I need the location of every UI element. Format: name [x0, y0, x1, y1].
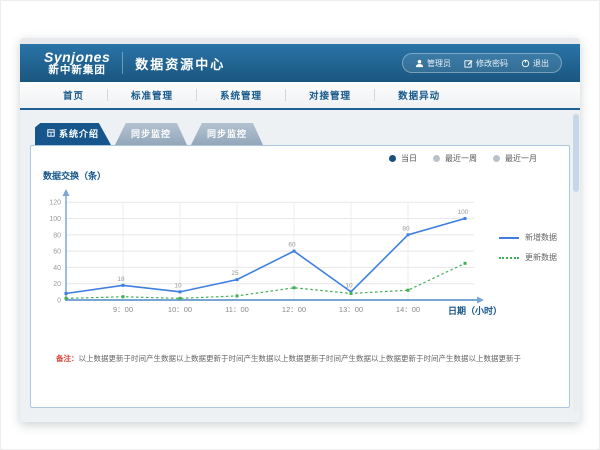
app-header: Synjones 新中新集团 数据资源中心 管理员 修改密码 — [20, 44, 580, 82]
footnote: 备注：以上数据更新于时间产生数据以上数据更新于时间产生数据以上数据更新于时间产生… — [56, 354, 548, 365]
nav-item-home[interactable]: 首页 — [40, 88, 107, 102]
svg-text:9：00: 9：00 — [113, 305, 133, 314]
svg-text:80: 80 — [53, 232, 61, 239]
tab-label: 系统介绍 — [59, 123, 99, 146]
nav-item-system-mgmt[interactable]: 系统管理 — [197, 88, 285, 102]
radio-dot-icon — [493, 155, 500, 162]
user-button[interactable]: 管理员 — [415, 58, 451, 69]
app-window: Synjones 新中新集团 数据资源中心 管理员 修改密码 — [20, 38, 580, 422]
svg-text:10: 10 — [345, 282, 353, 289]
document-icon — [47, 123, 55, 146]
radio-dot-icon — [389, 155, 396, 162]
company-logo: Synjones 新中新集团 — [44, 50, 110, 76]
header-divider — [122, 52, 123, 74]
svg-text:100: 100 — [49, 216, 61, 223]
svg-text:25: 25 — [231, 270, 239, 277]
filter-label: 最近一月 — [505, 153, 537, 164]
svg-text:14：00: 14：00 — [396, 305, 420, 314]
nav-item-standard-mgmt[interactable]: 标准管理 — [108, 88, 196, 102]
change-password-label: 修改密码 — [476, 58, 508, 69]
radio-dot-icon — [433, 155, 440, 162]
scrollbar-thumb[interactable] — [573, 114, 579, 192]
svg-text:120: 120 — [49, 200, 61, 207]
legend-label: 更新数据 — [525, 252, 557, 263]
user-label: 管理员 — [427, 58, 451, 69]
chart-panel: 当日 最近一周 最近一月 数据交换（条） 0 20 40 60 80 100 120 9：00… — [30, 145, 570, 408]
filter-label: 当日 — [401, 153, 417, 164]
tab-system-intro[interactable]: 系统介绍 — [35, 123, 111, 145]
tab-sync-monitor-1[interactable]: 同步监控 — [115, 123, 187, 145]
legend-update-data: 更新数据 — [499, 252, 557, 263]
footnote-prefix: 备注： — [56, 354, 79, 363]
logout-icon — [521, 59, 530, 68]
footnote-text: 以上数据更新于时间产生数据以上数据更新于时间产生数据以上数据更新于时间产生数据以… — [79, 354, 522, 363]
time-range-filters: 当日 最近一周 最近一月 — [389, 153, 537, 164]
legend-label: 新增数据 — [525, 232, 557, 243]
chart-legend: 新增数据 更新数据 — [499, 232, 557, 263]
line-chart: 0 20 40 60 80 100 120 9：00 10：00 11：00 12：00 13：00 1… — [36, 182, 506, 324]
svg-text:10: 10 — [174, 282, 182, 289]
filter-last-week[interactable]: 最近一周 — [433, 153, 477, 164]
nav-item-connect-mgmt[interactable]: 对接管理 — [286, 88, 374, 102]
y-axis-title: 数据交换（条） — [43, 169, 106, 182]
logout-button[interactable]: 退出 — [521, 58, 549, 69]
logout-label: 退出 — [533, 58, 549, 69]
svg-text:60: 60 — [53, 249, 61, 256]
edit-icon — [464, 59, 473, 68]
filter-label: 最近一周 — [445, 153, 477, 164]
svg-text:日期（小时）: 日期（小时） — [448, 305, 502, 316]
user-menu: 管理员 修改密码 退出 — [402, 53, 562, 73]
filter-today[interactable]: 当日 — [389, 153, 417, 164]
svg-text:0: 0 — [57, 298, 61, 305]
page-title: 数据资源中心 — [135, 54, 225, 73]
green-dotted-line-icon — [499, 257, 519, 259]
content-area: 系统介绍 同步监控 同步监控 当日 最近一周 — [20, 110, 580, 420]
svg-text:13：00: 13：00 — [339, 305, 363, 314]
svg-text:11：00: 11：00 — [225, 305, 249, 314]
change-password-button[interactable]: 修改密码 — [464, 58, 508, 69]
scrollbar-track[interactable] — [573, 112, 579, 412]
screen: Synjones 新中新集团 数据资源中心 管理员 修改密码 — [0, 0, 600, 450]
tab-bar: 系统介绍 同步监控 同步监控 — [35, 123, 263, 145]
svg-text:60: 60 — [288, 242, 296, 249]
logo-subtitle: 新中新集团 — [44, 65, 110, 76]
blue-line-icon — [499, 237, 519, 239]
filter-last-month[interactable]: 最近一月 — [493, 153, 537, 164]
nav-item-data-change[interactable]: 数据异动 — [375, 88, 463, 102]
logo-title: Synjones — [44, 50, 110, 65]
svg-text:20: 20 — [53, 281, 61, 288]
svg-text:40: 40 — [53, 265, 61, 272]
svg-text:100: 100 — [458, 209, 469, 216]
svg-text:80: 80 — [402, 225, 410, 232]
main-nav: 首页 标准管理 系统管理 对接管理 数据异动 — [20, 82, 580, 110]
legend-new-data: 新增数据 — [499, 232, 557, 243]
tab-sync-monitor-2[interactable]: 同步监控 — [191, 123, 263, 145]
svg-text:12：00: 12：00 — [282, 305, 306, 314]
user-icon — [415, 59, 424, 68]
svg-text:18: 18 — [117, 276, 125, 283]
svg-text:10：00: 10：00 — [168, 305, 192, 314]
